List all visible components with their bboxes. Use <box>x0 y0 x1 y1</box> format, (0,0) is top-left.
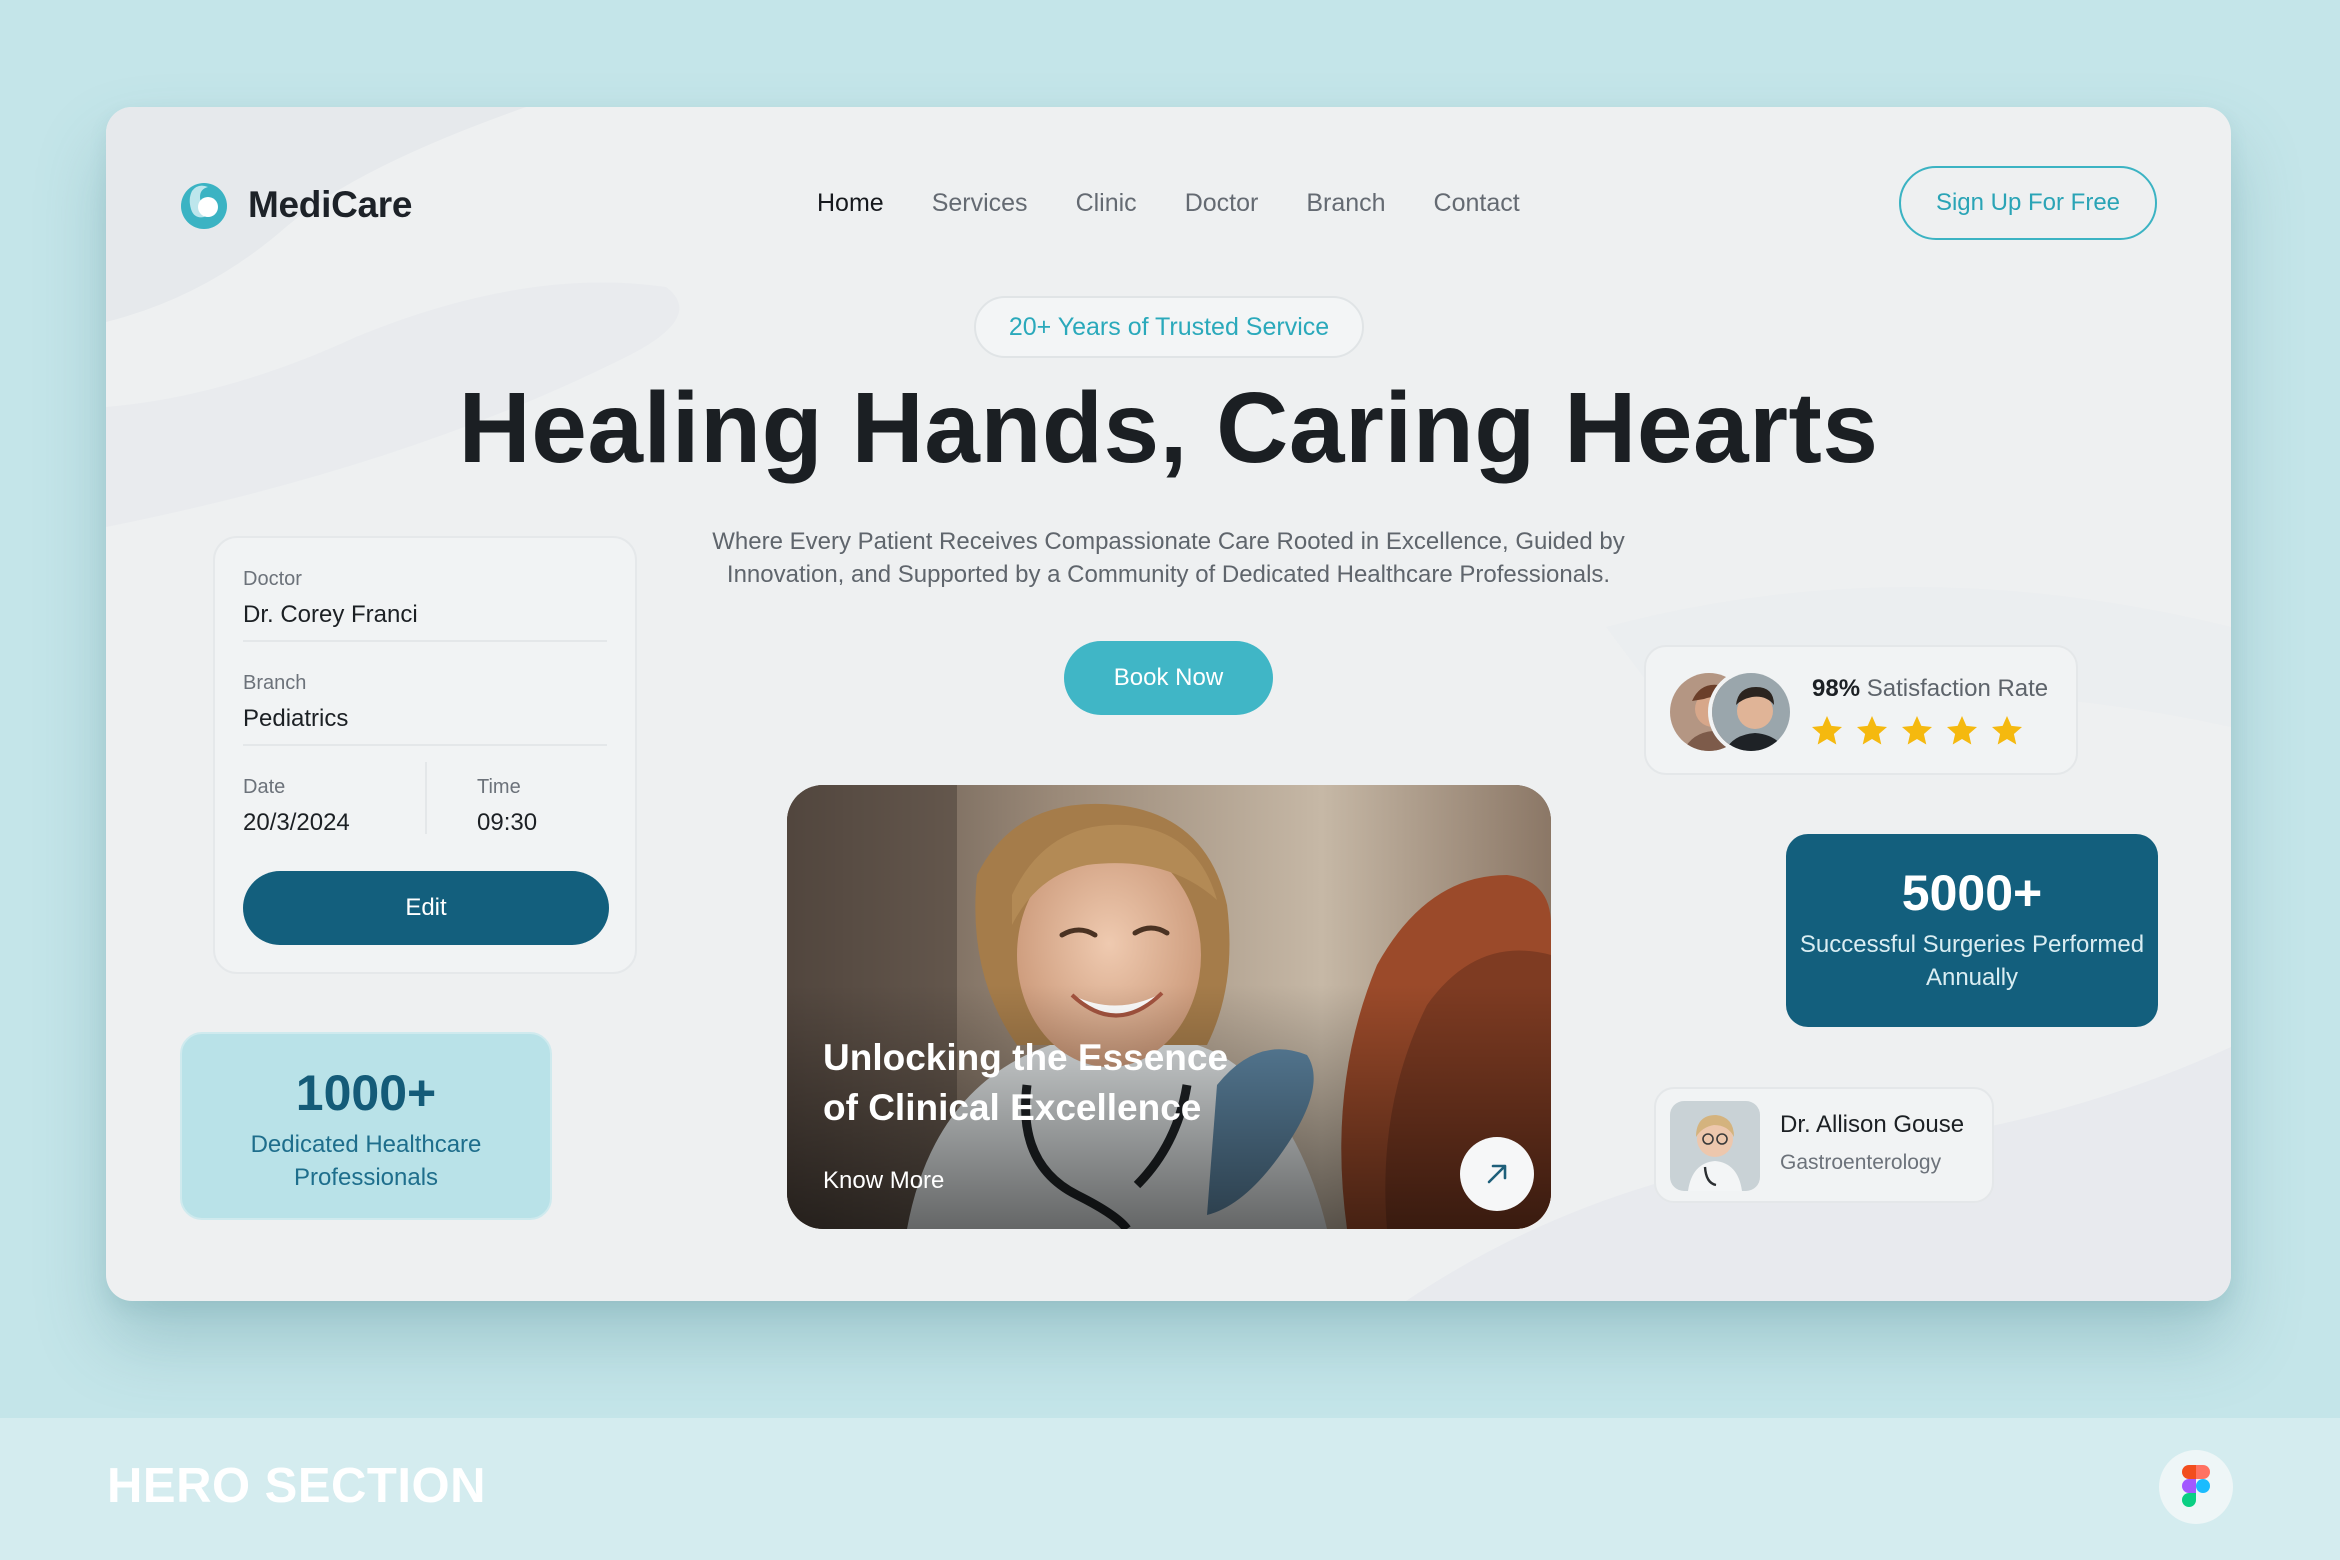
brand-name: MediCare <box>248 184 413 225</box>
date-value: 20/3/2024 <box>243 809 350 836</box>
branch-value: Pediatrics <box>243 705 349 732</box>
nav-item-branch[interactable]: Branch <box>1306 189 1385 218</box>
feature-image-card[interactable]: Unlocking the Essence of Clinical Excell… <box>787 785 1551 1229</box>
appointment-time: Time 09:30 <box>425 762 607 836</box>
years-badge: 20+ Years of Trusted Service <box>974 296 1364 358</box>
branch-label: Branch <box>243 672 307 694</box>
avatar <box>1708 669 1794 755</box>
edit-button[interactable]: Edit <box>243 871 609 945</box>
star-icon <box>1947 716 1977 745</box>
doctor-specialty: Gastroenterology <box>1780 1151 1942 1174</box>
nav-item-home[interactable]: Home <box>817 189 884 218</box>
satisfaction-label: Satisfaction Rate <box>1866 675 2049 702</box>
feature-title: Unlocking the Essence of Clinical Excell… <box>823 1037 1229 1128</box>
arrow-up-right-button[interactable] <box>1460 1137 1534 1211</box>
appointment-date: Date 20/3/2024 <box>243 776 425 849</box>
doctor-patient-photo <box>787 785 1551 1229</box>
surgeries-label: Successful Surgeries Performed Annually <box>1799 931 2145 991</box>
hero-card: MediCare Home Services Clinic Doctor Bra… <box>106 107 2231 1301</box>
star-icon <box>1857 716 1887 745</box>
satisfaction-rate: 98% <box>1812 675 1861 702</box>
doctor-label: Doctor <box>243 568 302 590</box>
nav-item-contact[interactable]: Contact <box>1434 189 1520 218</box>
star-icon <box>1992 716 2022 745</box>
doctor-name: Dr. Allison Gouse <box>1780 1111 1965 1138</box>
star-icon <box>1902 716 1932 745</box>
nav-item-services[interactable]: Services <box>932 189 1028 218</box>
doctor-card[interactable]: Dr. Allison Gouse Gastroenterology <box>1654 1087 1994 1203</box>
doctor-value: Dr. Corey Franci <box>243 601 418 628</box>
hero-subtitle: Where Every Patient Receives Compassiona… <box>712 528 1625 588</box>
figma-icon <box>2182 1465 2210 1507</box>
doctor-avatar <box>1670 1101 1760 1191</box>
arrow-up-right-icon <box>1487 1164 1507 1184</box>
appointment-card: Doctor Dr. Corey Franci Branch Pediatric… <box>213 536 637 974</box>
hero-title: Healing Hands, Caring Hearts <box>458 372 1879 484</box>
rating-stars <box>1809 713 2025 749</box>
surgeries-stat: 5000+ Successful Surgeries Performed Ann… <box>1786 834 2158 1027</box>
star-icon <box>1812 716 1842 745</box>
canvas: MediCare Home Services Clinic Doctor Bra… <box>0 0 2340 1560</box>
appointment-branch: Branch Pediatrics <box>243 642 607 746</box>
brand-logo[interactable]: MediCare <box>178 179 412 231</box>
time-value: 09:30 <box>477 809 538 836</box>
appointment-doctor: Doctor Dr. Corey Franci <box>243 538 607 642</box>
professionals-stat: 1000+ Dedicated Healthcare Professionals <box>180 1032 552 1220</box>
nav-item-clinic[interactable]: Clinic <box>1076 189 1137 218</box>
nav-item-doctor[interactable]: Doctor <box>1185 189 1259 218</box>
figma-badge <box>2159 1450 2233 1524</box>
footer-band: HERO SECTION <box>0 1418 2340 1560</box>
know-more-link[interactable]: Know More <box>823 1167 944 1195</box>
satisfaction-card: 98% Satisfaction Rate <box>1644 645 2078 775</box>
professionals-label: Dedicated Healthcare Professionals <box>250 1131 482 1191</box>
satisfaction-text: 98% Satisfaction Rate <box>1812 675 2048 703</box>
avatar <box>1670 1101 1760 1191</box>
date-label: Date <box>243 776 286 798</box>
main-nav: Home Services Clinic Doctor Branch Conta… <box>817 189 1568 218</box>
professionals-number: 1000+ <box>295 1065 437 1121</box>
section-label: HERO SECTION <box>107 1459 486 1513</box>
book-now-button[interactable]: Book Now <box>1064 641 1273 715</box>
signup-button[interactable]: Sign Up For Free <box>1899 166 2157 240</box>
appointment-datetime: Date 20/3/2024 Time 09:30 <box>243 746 607 849</box>
time-label: Time <box>477 776 521 798</box>
surgeries-number: 5000+ <box>1901 865 2043 921</box>
medicare-logo-icon <box>181 183 227 229</box>
patient-avatar-2 <box>1712 673 1790 751</box>
